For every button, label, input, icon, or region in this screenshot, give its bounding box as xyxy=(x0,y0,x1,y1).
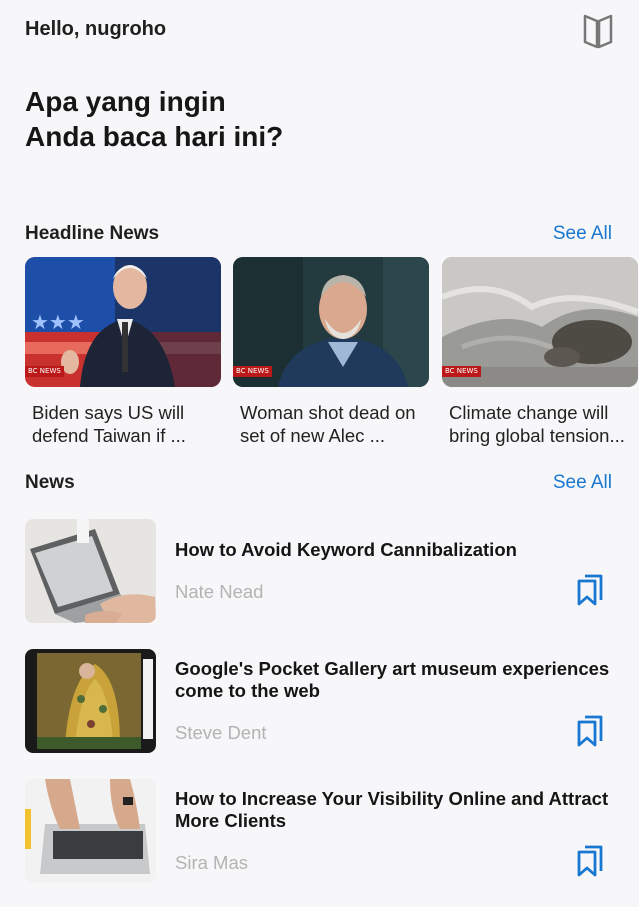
page-title: Apa yang ingin Anda baca hari ini? xyxy=(25,84,283,154)
bookmark-icon[interactable] xyxy=(576,715,604,747)
news-title-line2: come to the web xyxy=(175,680,320,701)
news-see-all-link[interactable]: See All xyxy=(553,472,612,494)
biden-photo: ★★★ BC NEWS xyxy=(25,257,221,387)
headline-card[interactable]: BC NEWS Woman shot dead on set of new Al… xyxy=(233,257,429,452)
news-list-item[interactable]: How to Increase Your Visibility Online a… xyxy=(25,779,615,885)
headline-title-line2: bring global tension... xyxy=(449,425,625,446)
page-title-line1: Apa yang ingin xyxy=(25,86,226,117)
headline-card[interactable]: BC NEWS Climate change will bring global… xyxy=(442,257,638,452)
headline-title-line2: defend Taiwan if ... xyxy=(32,425,186,446)
klimt-painting-photo xyxy=(25,649,156,753)
book-open-icon[interactable] xyxy=(582,12,614,50)
news-item-author: Nate Nead xyxy=(175,581,264,602)
bbc-news-badge: BC NEWS xyxy=(25,366,64,377)
headline-section-title: Headline News xyxy=(25,223,160,244)
svg-text:★★★: ★★★ xyxy=(31,310,85,334)
headline-see-all-link[interactable]: See All xyxy=(553,223,612,245)
news-item-title: How to Avoid Keyword Cannibalization xyxy=(175,539,615,561)
news-title-line2: More Clients xyxy=(175,810,287,831)
news-section-title: News xyxy=(25,472,75,493)
hands-keyboard-photo xyxy=(25,779,156,883)
news-item-author: Sira Mas xyxy=(175,852,248,873)
headline-title-line2: set of new Alec ... xyxy=(240,425,385,446)
headline-card-title: Biden says US will defend Taiwan if ... xyxy=(32,401,218,447)
headline-carousel[interactable]: ★★★ BC NEWS Biden says US will defend Ta… xyxy=(25,257,639,452)
headline-card[interactable]: ★★★ BC NEWS Biden says US will defend Ta… xyxy=(25,257,221,452)
news-list-item[interactable]: Google's Pocket Gallery art museum exper… xyxy=(25,649,615,755)
greeting-text: Hello, nugroho xyxy=(25,18,167,40)
bbc-news-badge: BC NEWS xyxy=(442,366,481,377)
bookmark-icon[interactable] xyxy=(576,845,604,877)
headline-title-line1: Woman shot dead on xyxy=(240,402,416,423)
bbc-news-badge: BC NEWS xyxy=(233,366,272,377)
news-title-line1: How to Avoid Keyword Cannibalization xyxy=(175,539,517,560)
bookmark-icon[interactable] xyxy=(576,574,604,606)
headline-title-line1: Biden says US will xyxy=(32,402,185,423)
news-list-item[interactable]: How to Avoid Keyword Cannibalization Nat… xyxy=(25,519,615,625)
laptop-typing-photo xyxy=(25,519,156,623)
news-item-author: Steve Dent xyxy=(175,722,267,743)
news-item-title: Google's Pocket Gallery art museum exper… xyxy=(175,658,615,702)
headline-card-title: Climate change will bring global tension… xyxy=(449,401,635,447)
news-title-line1: Google's Pocket Gallery art museum exper… xyxy=(175,658,610,679)
alec-photo: BC NEWS xyxy=(233,257,429,387)
news-item-title: How to Increase Your Visibility Online a… xyxy=(175,788,615,832)
headline-title-line1: Climate change will xyxy=(449,402,609,423)
news-title-line1: How to Increase Your Visibility Online a… xyxy=(175,788,609,809)
glacier-photo: BC NEWS xyxy=(442,257,638,387)
headline-card-title: Woman shot dead on set of new Alec ... xyxy=(240,401,426,447)
page-title-line2: Anda baca hari ini? xyxy=(25,121,284,152)
